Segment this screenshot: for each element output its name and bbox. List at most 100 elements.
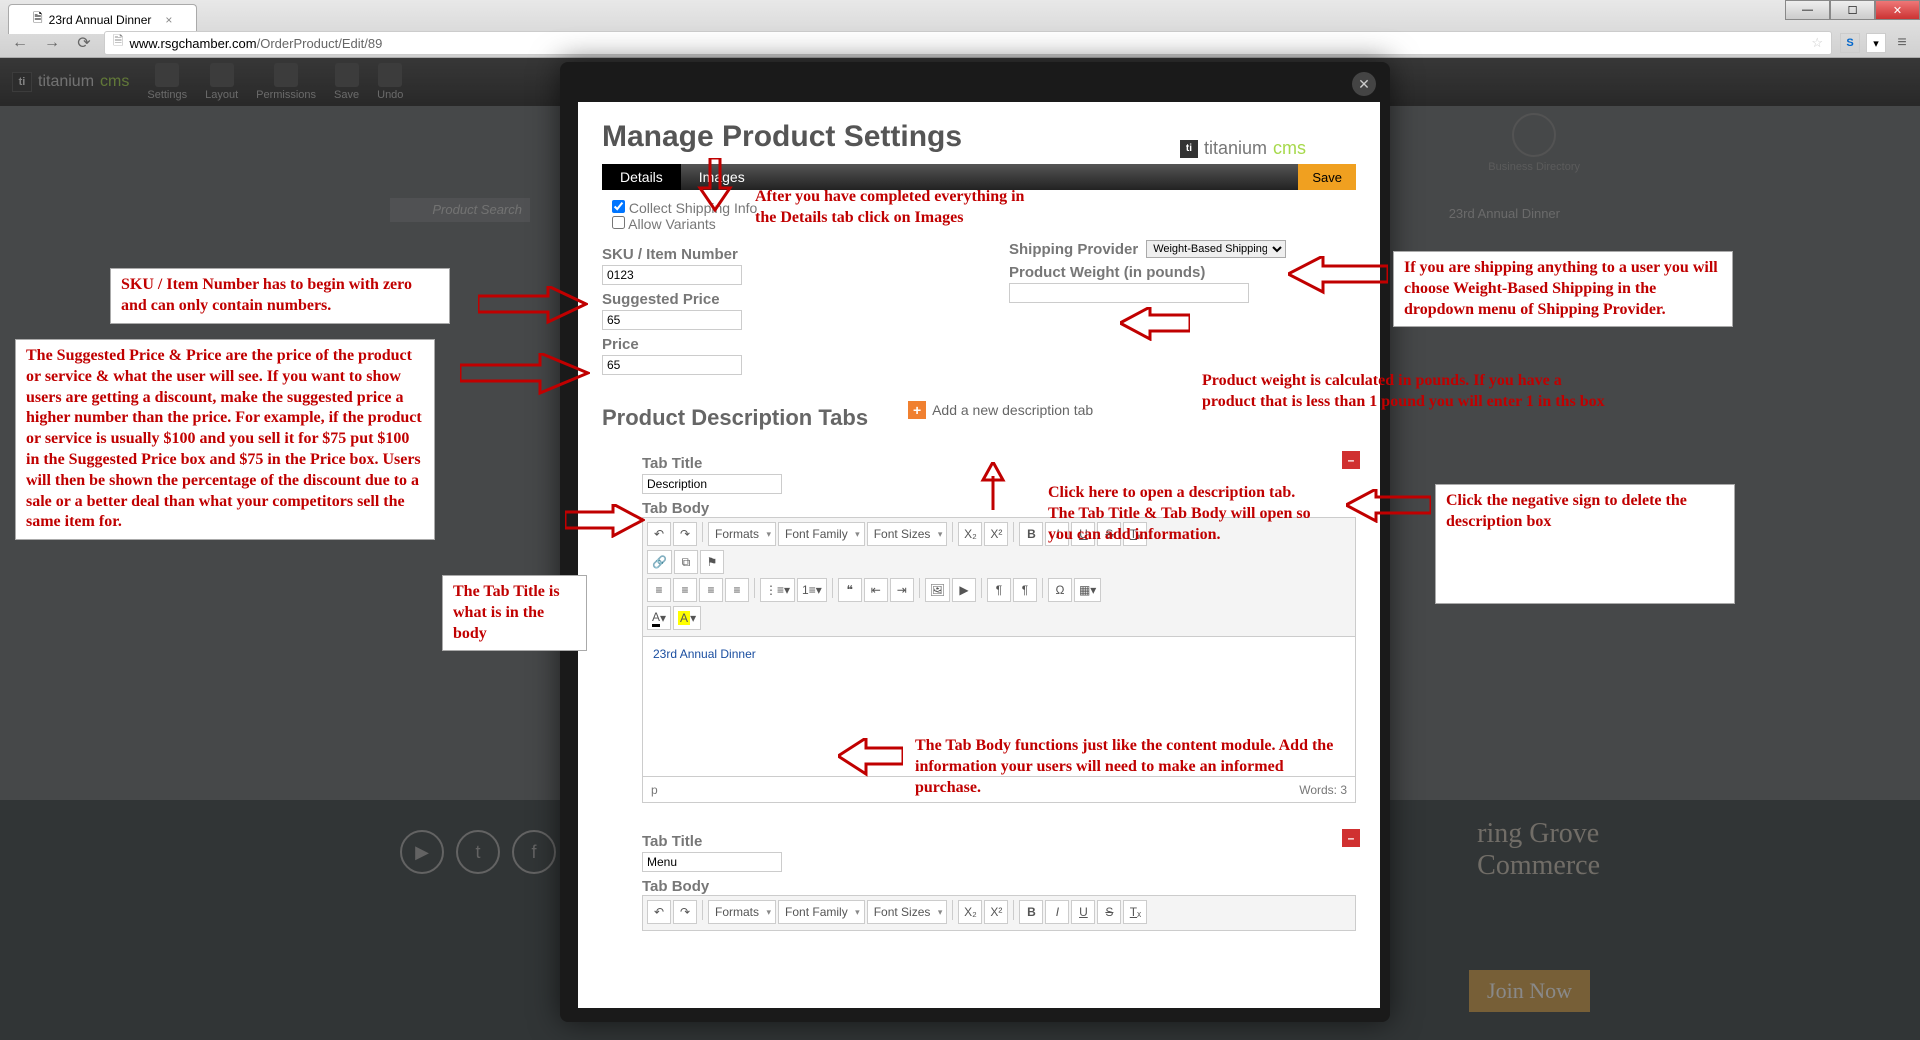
bg-color-button[interactable]: A▾ [673,606,701,630]
callout-price: The Suggested Price & Price are the pric… [15,339,435,540]
product-weight-input[interactable] [1009,283,1249,303]
url-path: /OrderProduct/Edit/89 [257,36,383,51]
delete-tab-button[interactable]: – [1342,451,1360,469]
price-input[interactable] [602,355,742,375]
shipping-provider-select[interactable]: Weight-Based Shipping [1146,240,1286,258]
special-char-button[interactable]: Ω [1048,578,1072,602]
callout-shipping: If you are shipping anything to a user y… [1393,251,1733,327]
modal-close-button[interactable]: ✕ [1352,72,1376,96]
logo-icon: ti [1180,140,1198,158]
text-color-button[interactable]: A▾ [647,606,671,630]
description-tabs-heading: Product Description Tabs [602,405,868,431]
arrow-left-icon [1288,256,1388,296]
font-sizes-dropdown[interactable]: Font Sizes [867,900,948,924]
maximize-button[interactable]: ☐ [1830,0,1875,20]
redo-button[interactable]: ↷ [673,900,697,924]
forward-button[interactable]: → [40,31,64,55]
tab-title-label: Tab Title [642,833,1356,850]
table-button[interactable]: ▦▾ [1074,578,1101,602]
tab-close-icon[interactable]: × [165,13,172,27]
number-list-button[interactable]: 1≡▾ [797,578,827,602]
tab-body-label: Tab Body [642,878,1356,895]
shipping-provider-label: Shipping Provider [1009,241,1138,258]
extension-icons: S ▾ ≡ [1840,33,1912,53]
italic-button[interactable]: I [1045,900,1069,924]
suggested-price-input[interactable] [602,310,742,330]
reload-button[interactable]: ⟳ [72,31,96,55]
undo-button[interactable]: ↶ [647,522,671,546]
close-window-button[interactable]: ✕ [1875,0,1920,20]
menu-icon[interactable]: ≡ [1892,33,1912,53]
align-right-button[interactable]: ≡ [699,578,723,602]
strikethrough-button[interactable]: S [1097,900,1121,924]
arrow-right-icon [478,286,588,326]
suggested-price-label: Suggested Price [602,291,949,308]
extension-icon[interactable]: S [1840,33,1860,53]
sku-input[interactable] [602,265,742,285]
tab-title-input[interactable] [642,474,782,494]
callout-sku: SKU / Item Number has to begin with zero… [110,268,450,324]
delete-tab-button[interactable]: – [1342,829,1360,847]
bold-button[interactable]: B [1019,900,1043,924]
undo-button[interactable]: ↶ [647,900,671,924]
ltr-button[interactable]: ¶ [987,578,1011,602]
align-center-button[interactable]: ≡ [673,578,697,602]
save-button[interactable]: Save [1298,164,1356,190]
superscript-button[interactable]: X² [984,522,1008,546]
plus-icon: + [908,401,926,419]
callout-tab-body: The Tab Body functions just like the con… [905,730,1345,804]
indent-button[interactable]: ⇥ [890,578,914,602]
anchor-button[interactable]: ⚑ [700,550,724,574]
price-label: Price [602,336,949,353]
superscript-button[interactable]: X² [984,900,1008,924]
arrow-right-icon [565,504,645,538]
underline-button[interactable]: U [1071,900,1095,924]
modal-body: Manage Product Settings ti titanium cms … [578,102,1380,1008]
media-button[interactable]: ▶ [952,578,976,602]
page-icon: 🗎 [113,32,123,54]
page-icon: 🗎 [33,9,43,30]
clear-format-button[interactable]: Tₓ [1123,900,1147,924]
font-sizes-dropdown[interactable]: Font Sizes [867,522,948,546]
blockquote-button[interactable]: ❝ [838,578,862,602]
bookmark-icon[interactable]: ☆ [1811,35,1823,51]
redo-button[interactable]: ↷ [673,522,697,546]
arrow-left-icon [1120,307,1190,341]
tab-details[interactable]: Details [602,164,681,190]
sku-label: SKU / Item Number [602,246,949,263]
formats-dropdown[interactable]: Formats [708,900,776,924]
unlink-button[interactable]: ⧉ [674,550,698,574]
window-controls: — ☐ ✕ [1785,0,1920,20]
outdent-button[interactable]: ⇤ [864,578,888,602]
callout-tab-title: The Tab Title is what is in the body [442,575,587,651]
callout-add-tab: Click here to open a description tab. Th… [1038,477,1328,551]
link-button[interactable]: 🔗 [647,550,672,574]
arrow-right-icon [460,353,590,397]
modal-logo: ti titanium cms [1180,138,1306,159]
add-description-tab[interactable]: + Add a new description tab [908,401,1093,419]
address-row: ← → ⟳ 🗎 www.rsgchamber.com/OrderProduct/… [0,28,1920,58]
rtl-button[interactable]: ¶ [1013,578,1037,602]
description-tab-2: – Tab Title Tab Body ↶ ↷ Formats Font Fa… [642,833,1356,931]
bullet-list-button[interactable]: ⋮≡▾ [760,578,795,602]
browser-chrome: — ☐ ✕ 🗎 23rd Annual Dinner × ← → ⟳ 🗎 www… [0,0,1920,58]
arrow-down-icon [695,158,735,213]
tab-title: 23rd Annual Dinner [49,13,152,27]
callout-weight: Product weight is calculated in pounds. … [1192,365,1622,419]
minimize-button[interactable]: — [1785,0,1830,20]
image-button[interactable]: 🖼 [925,578,950,602]
extension-icon[interactable]: ▾ [1866,33,1886,53]
arrow-down-icon [975,462,1011,512]
tab-title-input[interactable] [642,852,782,872]
subscript-button[interactable]: X₂ [958,522,982,546]
align-left-button[interactable]: ≡ [647,578,671,602]
font-family-dropdown[interactable]: Font Family [778,522,865,546]
callout-minus: Click the negative sign to delete the de… [1435,484,1735,604]
subscript-button[interactable]: X₂ [958,900,982,924]
formats-dropdown[interactable]: Formats [708,522,776,546]
address-bar[interactable]: 🗎 www.rsgchamber.com/OrderProduct/Edit/8… [104,31,1832,55]
font-family-dropdown[interactable]: Font Family [778,900,865,924]
align-justify-button[interactable]: ≡ [725,578,749,602]
rte-path: p [651,783,658,797]
back-button[interactable]: ← [8,31,32,55]
